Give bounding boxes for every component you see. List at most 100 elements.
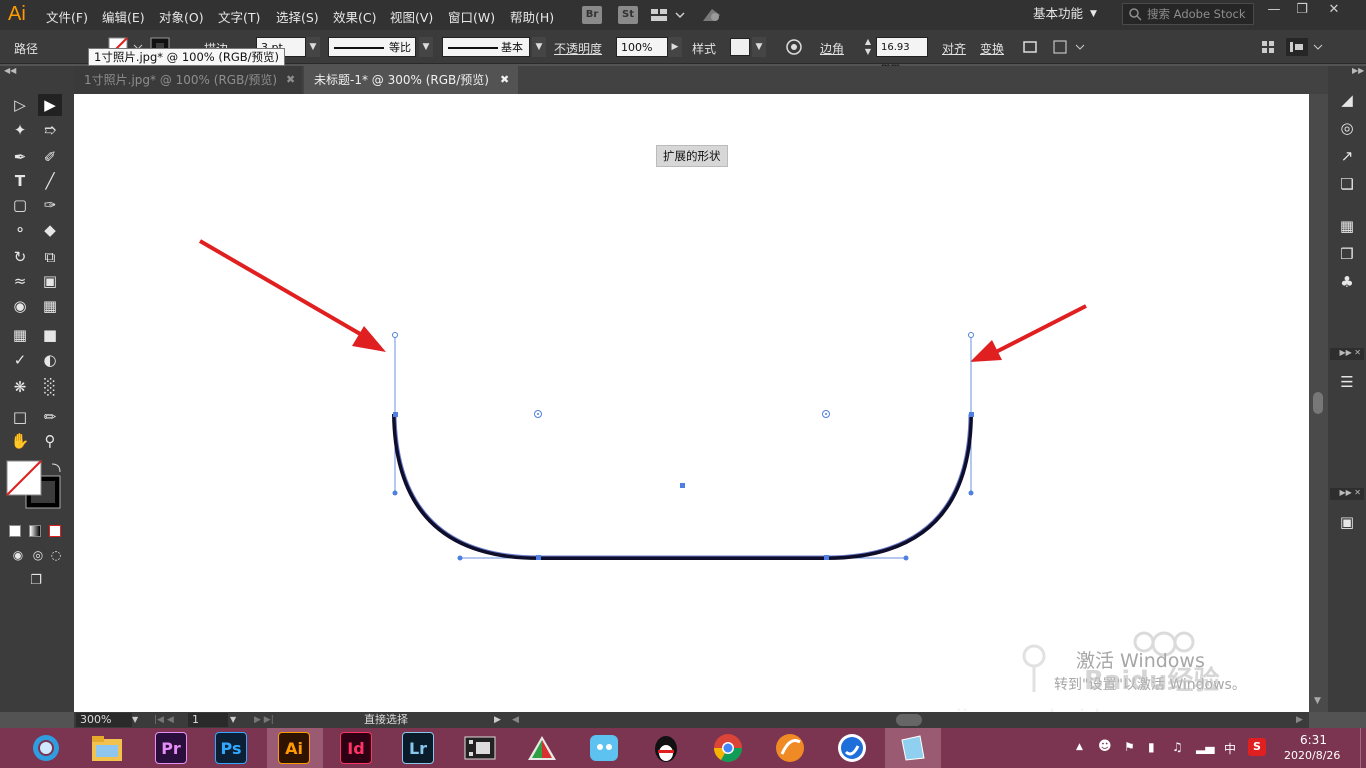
- vertical-scrollbar[interactable]: ▼: [1309, 94, 1328, 712]
- handle-endpoint[interactable]: [903, 555, 909, 561]
- isolate-object-icon[interactable]: [1020, 38, 1040, 56]
- corner-label[interactable]: 边角: [820, 40, 844, 57]
- perspective-grid-icon[interactable]: ▦: [38, 295, 62, 317]
- menu-help[interactable]: 帮助(H): [510, 7, 554, 26]
- curvature-tool-icon[interactable]: ✐: [38, 146, 62, 168]
- symbol-sprayer-icon[interactable]: ❋: [8, 376, 32, 398]
- notepad-app-icon[interactable]: [896, 732, 928, 764]
- handle-endpoint[interactable]: [392, 332, 398, 338]
- chevron-down-icon[interactable]: ▼: [132, 713, 138, 727]
- gradient-panel-icon[interactable]: ▣: [1337, 512, 1357, 532]
- opacity-field[interactable]: 100%: [616, 37, 668, 57]
- tab-photo[interactable]: 1寸照片.jpg* @ 100% (RGB/预览) ✖: [74, 66, 302, 94]
- lasso-icon[interactable]: ➱: [38, 119, 62, 141]
- draw-inside-icon[interactable]: ◌: [44, 544, 68, 566]
- pathfinder-icon[interactable]: ❏: [1337, 174, 1357, 194]
- chevron-down-icon[interactable]: ▼: [230, 713, 236, 727]
- anchor-point[interactable]: [536, 555, 541, 560]
- photoshop-taskbar-icon[interactable]: Ps: [215, 732, 247, 764]
- battery-icon[interactable]: ▮: [1148, 740, 1155, 754]
- show-desktop-button[interactable]: [1360, 728, 1366, 768]
- close-icon[interactable]: ✖: [286, 66, 295, 94]
- line-tool-icon[interactable]: ╱: [38, 170, 62, 192]
- opacity-label[interactable]: 不透明度: [554, 40, 602, 57]
- type-tool-icon[interactable]: T: [8, 170, 32, 192]
- horizontal-scroll-thumb[interactable]: [896, 714, 922, 726]
- stock-button[interactable]: St: [618, 6, 638, 24]
- color-guide-icon[interactable]: ◢: [1337, 90, 1357, 110]
- layers-icon[interactable]: ☰: [1337, 372, 1357, 392]
- rectangle-tool-icon[interactable]: ▢: [8, 194, 32, 216]
- chevron-down-icon[interactable]: ▼: [419, 37, 433, 57]
- rotate-tool-icon[interactable]: ↻: [8, 246, 32, 268]
- appearance-icon[interactable]: ◎: [1337, 118, 1357, 138]
- sogou-ime-icon[interactable]: S: [1248, 738, 1266, 756]
- scroll-right-icon[interactable]: ▶: [1296, 713, 1303, 727]
- bridge-button[interactable]: Br: [582, 6, 602, 24]
- align-button[interactable]: 对齐: [942, 40, 966, 57]
- menu-effect[interactable]: 效果(C): [333, 7, 376, 26]
- selection-tool-icon[interactable]: ▷: [8, 94, 32, 116]
- restore-button[interactable]: ❐: [1288, 2, 1316, 22]
- menu-view[interactable]: 视图(V): [390, 7, 433, 26]
- stock-search-input[interactable]: 搜索 Adobe Stock: [1122, 3, 1254, 25]
- scroll-left-icon[interactable]: ◀: [512, 713, 519, 727]
- scroll-thumb[interactable]: [1313, 392, 1323, 414]
- chevron-right-icon[interactable]: ▶: [668, 37, 682, 57]
- anchor-point[interactable]: [393, 412, 398, 417]
- collapse-icon[interactable]: ◀◀: [4, 66, 16, 75]
- gradient-tool-icon[interactable]: ■: [38, 324, 62, 346]
- lightroom-taskbar-icon[interactable]: Lr: [402, 732, 434, 764]
- graphic-style-swatch[interactable]: [730, 38, 750, 56]
- pen-tool-icon[interactable]: ✒: [8, 146, 32, 168]
- transform-button[interactable]: 变换: [980, 40, 1004, 57]
- artboard-canvas[interactable]: 扩展的形状 激活 Windows 转到"设置"以激活 Windows。 Baid…: [74, 94, 1309, 712]
- shape-options-icon[interactable]: [1052, 38, 1086, 56]
- eyedropper-icon[interactable]: ✓: [8, 349, 32, 371]
- stepper-icon[interactable]: ▲ ▼: [862, 37, 874, 57]
- slice-tool-icon[interactable]: ✏: [38, 406, 62, 428]
- gradient-mode-icon[interactable]: [29, 525, 41, 537]
- mascot-app-icon[interactable]: [588, 733, 620, 763]
- tab-untitled[interactable]: 未标题-1* @ 300% (RGB/预览) ✖: [304, 66, 518, 94]
- menu-select[interactable]: 选择(S): [276, 7, 319, 26]
- handle-endpoint[interactable]: [968, 332, 974, 338]
- menu-edit[interactable]: 编辑(E): [102, 7, 145, 26]
- blend-tool-icon[interactable]: ◐: [38, 349, 62, 371]
- video-player-icon[interactable]: [464, 734, 496, 762]
- panel-options-icon[interactable]: [1260, 38, 1330, 56]
- menu-object[interactable]: 对象(O): [159, 7, 204, 26]
- chevron-down-icon[interactable]: ▼: [306, 37, 320, 57]
- arrange-documents-icon[interactable]: [650, 7, 686, 23]
- scale-tool-icon[interactable]: ⧉: [38, 246, 62, 268]
- zoom-tool-icon[interactable]: ⚲: [38, 430, 62, 452]
- width-tool-icon[interactable]: ≈: [8, 270, 32, 292]
- file-explorer-icon[interactable]: [90, 733, 124, 763]
- menu-type[interactable]: 文字(T): [218, 7, 260, 26]
- ime-indicator[interactable]: 中: [1224, 740, 1236, 757]
- menu-window[interactable]: 窗口(W): [448, 7, 495, 26]
- flag-tray-icon[interactable]: ⚑: [1124, 740, 1135, 754]
- anchor-point[interactable]: [969, 412, 974, 417]
- tray-expand-icon[interactable]: ▲: [1076, 742, 1083, 752]
- transform-panel-icon[interactable]: ▦: [1337, 216, 1357, 236]
- handle-endpoint[interactable]: [392, 490, 398, 496]
- align-panel-icon[interactable]: ❒: [1337, 244, 1357, 264]
- qq-icon[interactable]: [650, 732, 682, 764]
- recolor-artwork-icon[interactable]: [784, 38, 804, 56]
- volume-icon[interactable]: ♫: [1172, 740, 1183, 754]
- handle-endpoint[interactable]: [457, 555, 463, 561]
- artboard-tool-icon[interactable]: □: [8, 406, 32, 428]
- zoom-field[interactable]: 300%: [76, 713, 132, 727]
- artboard-field[interactable]: 1: [188, 713, 228, 727]
- gpu-performance-icon[interactable]: [700, 5, 724, 25]
- export-icon[interactable]: ↗: [1337, 146, 1357, 166]
- app-green-red-icon[interactable]: [526, 734, 558, 762]
- menu-file[interactable]: 文件(F): [46, 7, 88, 26]
- graph-tool-icon[interactable]: ░: [38, 376, 62, 398]
- qq-tray-icon[interactable]: ☻: [1098, 739, 1112, 754]
- shaper-tool-icon[interactable]: ⚬: [8, 219, 32, 241]
- symbols-icon[interactable]: ♣: [1337, 272, 1357, 292]
- chrome-icon[interactable]: [712, 732, 744, 764]
- chevron-down-icon[interactable]: ▼: [752, 37, 766, 57]
